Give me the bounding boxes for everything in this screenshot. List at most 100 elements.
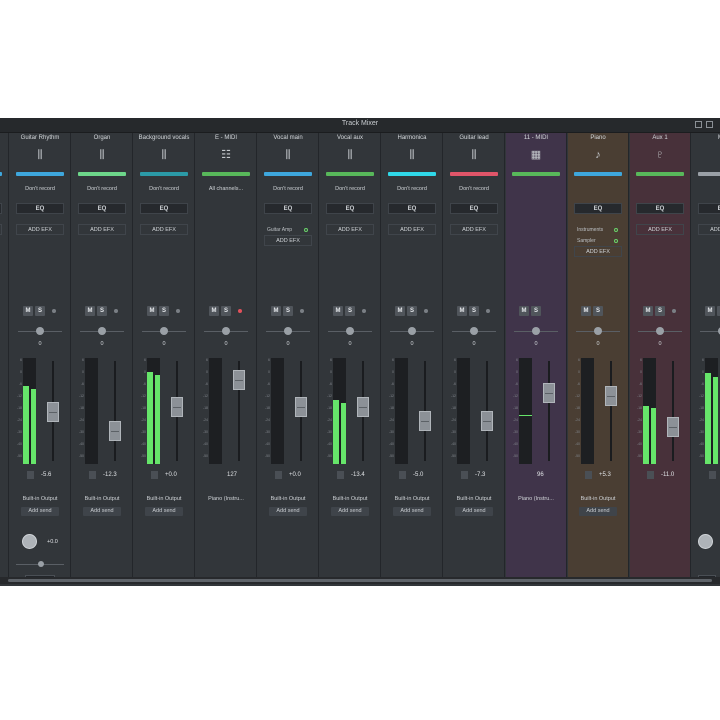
volume-fader[interactable] xyxy=(109,421,121,442)
mute-button[interactable]: M xyxy=(519,306,529,316)
eq-button[interactable]: EQ xyxy=(78,203,126,214)
pan-knob[interactable] xyxy=(594,327,602,335)
eq-button[interactable]: EQ xyxy=(574,203,622,214)
fader-track[interactable] xyxy=(672,361,674,461)
mute-button[interactable]: M xyxy=(333,306,343,316)
track-name[interactable]: Background vocals xyxy=(134,135,194,141)
pan-knob[interactable] xyxy=(656,327,664,335)
efx-item[interactable]: Instruments xyxy=(577,227,603,233)
record-arm-button[interactable] xyxy=(424,309,428,313)
fader-track[interactable] xyxy=(548,361,550,461)
pan-knob[interactable] xyxy=(284,327,292,335)
list-view-icon[interactable] xyxy=(706,121,713,128)
automation-mode-icon[interactable] xyxy=(399,471,406,479)
track-name[interactable]: Guitar lead xyxy=(444,135,504,141)
send-pan-knob[interactable] xyxy=(38,561,44,567)
pan-knob[interactable] xyxy=(408,327,416,335)
mute-button[interactable]: M xyxy=(85,306,95,316)
output-select[interactable]: Piano (Instru... xyxy=(196,496,256,502)
solo-button[interactable]: S xyxy=(407,306,417,316)
eq-button[interactable]: EQ xyxy=(636,203,684,214)
volume-fader[interactable] xyxy=(295,397,307,417)
scrollbar-thumb[interactable] xyxy=(8,579,712,582)
mute-button[interactable]: M xyxy=(23,306,33,316)
volume-fader[interactable] xyxy=(605,386,617,407)
record-arm-button[interactable] xyxy=(52,309,56,313)
pan-knob[interactable] xyxy=(36,327,44,335)
automation-mode-icon[interactable] xyxy=(461,471,468,479)
add-efx-button[interactable]: ADD EFX xyxy=(16,224,64,235)
solo-button[interactable]: S xyxy=(345,306,355,316)
add-efx-button[interactable]: ADD EFX xyxy=(140,224,188,235)
automation-mode-icon[interactable] xyxy=(151,471,158,479)
mute-button[interactable]: M xyxy=(457,306,467,316)
track-name[interactable]: Organ xyxy=(72,135,132,141)
automation-mode-icon[interactable] xyxy=(89,471,96,479)
mute-button[interactable]: M xyxy=(147,306,157,316)
track-name[interactable]: Piano xyxy=(568,135,628,141)
output-select[interactable]: Built-in Output xyxy=(72,496,132,502)
solo-button[interactable]: S xyxy=(593,306,603,316)
pan-knob[interactable] xyxy=(160,327,168,335)
record-arm-button[interactable] xyxy=(486,309,490,313)
eq-button[interactable]: EQ xyxy=(16,203,64,214)
efx-power-icon[interactable] xyxy=(304,228,308,232)
add-efx-button[interactable]: ADD EFX xyxy=(78,224,126,235)
output-select[interactable]: Built-in Output xyxy=(10,496,70,502)
add-send-button[interactable]: Add send xyxy=(83,507,121,516)
automation-mode-icon[interactable] xyxy=(647,471,654,479)
automation-mode-icon[interactable] xyxy=(585,471,592,479)
output-select[interactable]: Built-in Output xyxy=(258,496,318,502)
add-send-button[interactable]: Add send xyxy=(145,507,183,516)
record-mode-select[interactable]: Don't record xyxy=(326,184,374,195)
solo-button[interactable]: S xyxy=(655,306,665,316)
mute-button[interactable]: M xyxy=(209,306,219,316)
efx-power-icon[interactable] xyxy=(614,239,618,243)
eq-button[interactable]: EQ xyxy=(0,203,2,214)
track-name[interactable]: Guitar Rhythm xyxy=(10,135,70,141)
record-arm-button[interactable] xyxy=(114,309,118,313)
pan-knob[interactable] xyxy=(346,327,354,335)
record-mode-select[interactable]: Don't record xyxy=(388,184,436,195)
master-knob[interactable] xyxy=(698,534,713,549)
record-arm-button[interactable] xyxy=(362,309,366,313)
output-select[interactable]: Built-in Output xyxy=(382,496,442,502)
track-name[interactable]: Vocal aux xyxy=(320,135,380,141)
mute-button[interactable]: M xyxy=(705,306,715,316)
mute-button[interactable]: M xyxy=(395,306,405,316)
volume-fader[interactable] xyxy=(481,410,493,431)
eq-button[interactable]: EQ xyxy=(264,203,312,214)
automation-mode-icon[interactable] xyxy=(337,471,344,479)
solo-button[interactable]: S xyxy=(35,306,45,316)
pan-knob[interactable] xyxy=(532,327,540,335)
track-name[interactable]: Ma xyxy=(692,135,720,141)
volume-fader[interactable] xyxy=(419,410,431,431)
volume-fader[interactable] xyxy=(233,370,245,390)
record-arm-button[interactable] xyxy=(238,309,242,313)
pan-knob[interactable] xyxy=(222,327,230,335)
mute-button[interactable]: M xyxy=(271,306,281,316)
add-send-button[interactable]: Add send xyxy=(579,507,617,516)
track-name[interactable]: Harmonica xyxy=(382,135,442,141)
pan-knob[interactable] xyxy=(98,327,106,335)
add-efx-button[interactable]: ADD EFX xyxy=(636,224,684,235)
eq-button[interactable]: EQ xyxy=(450,203,498,214)
eq-button[interactable]: EQ xyxy=(326,203,374,214)
record-arm-button[interactable] xyxy=(176,309,180,313)
solo-button[interactable]: S xyxy=(159,306,169,316)
volume-fader[interactable] xyxy=(357,397,369,417)
solo-button[interactable]: S xyxy=(531,306,541,316)
record-arm-button[interactable] xyxy=(672,309,676,313)
solo-button[interactable]: S xyxy=(283,306,293,316)
volume-fader[interactable] xyxy=(47,401,59,422)
mute-button[interactable]: M xyxy=(581,306,591,316)
mute-button[interactable]: M xyxy=(643,306,653,316)
eq-button[interactable]: EQ xyxy=(698,203,720,214)
track-name[interactable]: Aux 1 xyxy=(630,135,690,141)
add-send-button[interactable]: Add send xyxy=(331,507,369,516)
automation-mode-icon[interactable] xyxy=(275,471,282,479)
record-mode-select[interactable]: Don't record xyxy=(16,184,64,195)
solo-button[interactable]: S xyxy=(221,306,231,316)
add-efx-button[interactable]: ADD EFX xyxy=(388,224,436,235)
add-efx-button[interactable]: ADD EFX xyxy=(264,235,312,246)
